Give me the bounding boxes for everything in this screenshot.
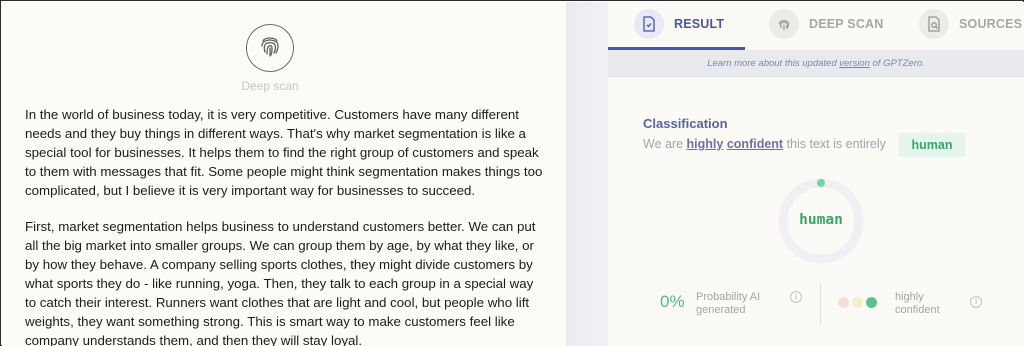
tab-result-label: RESULT xyxy=(674,17,725,31)
version-banner: Learn more about this updated version of… xyxy=(608,50,1024,77)
fingerprint-icon xyxy=(256,32,284,65)
banner-prefix: Learn more about this updated xyxy=(707,58,840,69)
tab-sources[interactable]: SOURCES xyxy=(919,6,1022,42)
pane-gutter xyxy=(566,2,608,346)
ai-probability-value: 0% xyxy=(660,292,685,311)
version-link[interactable]: version xyxy=(839,58,870,69)
banner-suffix: of GPTZero. xyxy=(869,58,925,69)
info-icon[interactable]: i xyxy=(790,291,802,303)
info-icon[interactable]: i xyxy=(970,296,982,308)
confidence-dot-high xyxy=(866,297,877,308)
confidence-dots xyxy=(838,297,877,308)
confident-link[interactable]: confident xyxy=(727,137,783,151)
classification-title: Classification xyxy=(643,116,728,131)
input-pane: Deep scan In the world of business today… xyxy=(2,2,566,346)
fingerprint-icon xyxy=(769,9,799,39)
confidence-dot-low xyxy=(838,297,849,308)
deep-scan-button[interactable] xyxy=(246,24,294,72)
classification-line-end: this text is entirely xyxy=(783,137,886,151)
classification-sentence: We are highly confident this text is ent… xyxy=(643,137,886,151)
classification-line-start: We are xyxy=(643,137,687,151)
stats-divider xyxy=(820,282,821,326)
tab-result[interactable]: RESULT xyxy=(634,6,724,42)
essay-paragraph: First, market segmentation helps busines… xyxy=(25,219,536,346)
ring-label: human xyxy=(799,212,843,228)
tab-sources-label: SOURCES xyxy=(959,17,1023,31)
confidence-dot-medium xyxy=(852,297,863,308)
essay-paragraph: In the world of business today, it is ve… xyxy=(25,107,543,198)
document-icon xyxy=(634,9,664,39)
search-document-icon xyxy=(919,9,949,39)
essay-text[interactable]: In the world of business today, it is ve… xyxy=(25,105,545,346)
highly-link[interactable]: highly xyxy=(687,137,724,151)
confidence-label: highly confident xyxy=(895,291,940,316)
ring-marker xyxy=(817,179,825,187)
ai-probability-label: Probability AI generated xyxy=(696,291,761,316)
tab-deep-scan-label: DEEP SCAN xyxy=(809,17,884,31)
classification-badge: human xyxy=(899,133,965,157)
tab-deep-scan[interactable]: DEEP SCAN xyxy=(769,6,884,42)
deep-scan-label: Deep scan xyxy=(241,79,299,93)
results-pane: RESULT DEEP SCAN SOURCES Learn more abou… xyxy=(608,2,1024,346)
screenshot-frame: Deep scan In the world of business today… xyxy=(0,0,1024,346)
results-tabs: RESULT DEEP SCAN SOURCES xyxy=(608,2,1024,50)
